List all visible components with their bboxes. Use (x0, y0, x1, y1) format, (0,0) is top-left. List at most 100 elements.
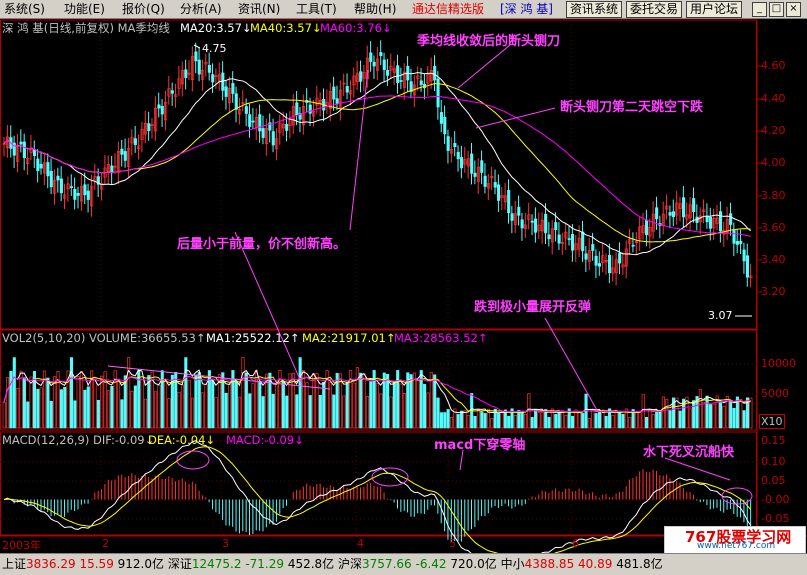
volume-bar (426, 392, 430, 429)
chart-title: 深 鸿 基(日线,前复权) MA季均线 (2, 21, 170, 35)
candle-body (399, 80, 403, 82)
annotation-arrow (459, 449, 464, 471)
volume-bar (234, 380, 238, 429)
volume-bar (460, 410, 464, 429)
candle-body (36, 158, 40, 171)
stock-tag: [深 鸿 基] (500, 2, 553, 16)
trade-button[interactable]: 委托交易 (626, 1, 683, 18)
volume-bar (164, 379, 168, 429)
volume-bar (375, 383, 380, 429)
time-tick: 4 (357, 537, 364, 550)
volume-bar (392, 380, 396, 429)
candle-body (160, 105, 164, 115)
menu-system[interactable]: 系统(S) (4, 1, 45, 17)
candle-body (581, 231, 585, 252)
volume-bar (433, 374, 437, 429)
volume-bar (416, 380, 420, 429)
forum-button[interactable]: 用户论坛 (686, 1, 743, 18)
menu-function[interactable]: 功能(E) (64, 1, 105, 17)
annotation-volume-divergence: 后量小于前量，价不创新高。 (177, 237, 347, 252)
sz-index-amount: 452.8亿 (287, 557, 335, 571)
candle-body (382, 59, 386, 70)
close-icon[interactable]: × (786, 2, 801, 17)
volume-bar (9, 370, 13, 429)
candle-body (436, 78, 440, 108)
volume-bar (490, 418, 494, 429)
volume-bar (194, 374, 198, 429)
volume-bar (305, 381, 309, 429)
annotation-arrow (664, 457, 731, 481)
annotation-arrow (475, 107, 556, 129)
candle-body (359, 71, 363, 82)
candle-body (554, 222, 558, 231)
candle-body (534, 218, 538, 233)
minimize-icon[interactable]: _ (752, 2, 767, 17)
time-tick: 2 (102, 537, 109, 550)
dea-line (3, 446, 752, 553)
volume-bar (618, 410, 622, 429)
candle-body (708, 216, 713, 229)
volume-bar (507, 415, 511, 429)
candle-body (618, 252, 622, 264)
annotation-arrow (457, 44, 511, 89)
volume-bar (749, 397, 753, 429)
candle-body (591, 244, 595, 251)
ma60-label: MA60:3.76↓ (320, 21, 392, 35)
volume-bar (204, 384, 208, 429)
news-system-button[interactable]: 资讯系统 (566, 1, 623, 18)
candle-body (732, 230, 736, 244)
volume-bar (389, 396, 393, 429)
volume-bar (130, 390, 134, 429)
volume-bar (201, 392, 205, 429)
volume-bar (322, 382, 326, 429)
annotation-arrow (234, 231, 303, 385)
volume-bar (675, 397, 679, 429)
volume-bar (36, 388, 40, 429)
time-tick: 6 (572, 537, 579, 550)
candle-body (705, 215, 709, 223)
volume-bar (53, 376, 57, 429)
volume-bar (167, 398, 171, 429)
menu-bar: 系统(S) 功能(E) 报价(Q) 分析(A) 资讯(N) 工具(T) 帮助(H… (0, 0, 807, 19)
volume-bar (332, 394, 336, 429)
menu-tools[interactable]: 工具(T) (296, 1, 337, 17)
volume-bar (473, 416, 477, 429)
volume-bar (423, 384, 427, 429)
volume-bar (2, 402, 6, 429)
menu-help[interactable]: 帮助(H) (354, 1, 396, 17)
volume-bar (523, 413, 528, 429)
vol-ma1-line (3, 369, 751, 414)
menu-news[interactable]: 资讯(N) (238, 1, 280, 17)
annotation-macd-cross: macd下穿零轴 (434, 438, 526, 453)
candle-body (745, 255, 750, 278)
volume-unit: X10 (759, 414, 785, 429)
volume-bar (665, 398, 669, 429)
candle-body (251, 120, 255, 123)
dea-label: DEA:-0.04↓ (148, 433, 216, 447)
index-status-bar: 上证3836.29 15.59 912.0亿 深证12475.2 -71.29 … (0, 553, 807, 575)
volume-bar (281, 381, 285, 429)
volume-bar (133, 385, 137, 429)
watermark-url: www.net767.com (697, 541, 776, 551)
volume-bar (379, 393, 383, 429)
volume-bar (554, 414, 558, 429)
volume-tick: 10000 (761, 357, 796, 370)
volume-bar (197, 372, 201, 429)
time-tick: 5 (449, 537, 456, 550)
candle-body (396, 65, 400, 84)
menu-analysis[interactable]: 分析(A) (180, 1, 222, 17)
volume-bar (59, 389, 63, 429)
maximize-icon[interactable]: □ (769, 2, 784, 17)
volume-bar (688, 408, 692, 429)
candle-body (194, 51, 198, 62)
hs-index-amount: 720.0亿 (450, 557, 497, 571)
volume-bar (412, 372, 417, 429)
candle-body (584, 253, 588, 260)
volume-bar (449, 416, 454, 429)
volume-bar (386, 373, 390, 429)
volume-bar (187, 379, 191, 429)
volume-bar (678, 410, 682, 429)
menu-quote[interactable]: 报价(Q) (122, 1, 165, 17)
volume-bar (557, 410, 561, 429)
volume-bar (577, 411, 581, 429)
